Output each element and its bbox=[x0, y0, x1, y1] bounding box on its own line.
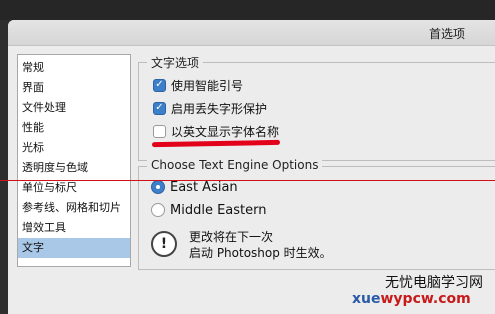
checkbox-english-font-names[interactable]: 以英文显示字体名称 bbox=[153, 122, 279, 140]
text-engine-group: Choose Text Engine Options East Asian Mi… bbox=[138, 158, 495, 270]
sidebar-item-transparency-gamut[interactable]: 透明度与色域 bbox=[18, 158, 130, 178]
text-engine-title: Choose Text Engine Options bbox=[147, 158, 323, 172]
radio-label: East Asian bbox=[170, 179, 238, 195]
checkbox-label: 以英文显示字体名称 bbox=[171, 124, 280, 139]
sidebar-item-file-handling[interactable]: 文件处理 bbox=[18, 98, 130, 118]
radio-unselected-icon[interactable] bbox=[151, 203, 165, 217]
watermark-line-1: 无忧电脑学习网 bbox=[385, 275, 483, 291]
sidebar-item-interface[interactable]: 界面 bbox=[18, 78, 130, 98]
title-bar: 首选项 bbox=[8, 20, 495, 46]
sidebar-item-performance[interactable]: 性能 bbox=[18, 118, 130, 138]
notice-text: 更改将在下一次 启动 Photoshop 时生效。 bbox=[189, 229, 332, 261]
checkbox-missing-glyph-protection[interactable]: ✓ 启用丢失字形保护 bbox=[153, 99, 267, 117]
checkbox-unchecked-icon[interactable] bbox=[153, 124, 166, 138]
text-options-group: 文字选项 ✓ 使用智能引号 ✓ 启用丢失字形保护 以英文显示字体名称 bbox=[138, 54, 495, 161]
watermark-line-2: xuewypcw.com bbox=[352, 291, 471, 307]
exclamation-icon: ! bbox=[151, 231, 177, 257]
window-title: 首选项 bbox=[428, 27, 465, 41]
sidebar-item-type[interactable]: 文字 bbox=[18, 238, 130, 258]
checkbox-checked-icon[interactable]: ✓ bbox=[153, 78, 166, 92]
sidebar-item-plugins[interactable]: 增效工具 bbox=[18, 218, 130, 238]
background-strip-left bbox=[0, 20, 8, 314]
text-options-title: 文字选项 bbox=[147, 54, 204, 71]
sidebar-item-cursors[interactable]: 光标 bbox=[18, 138, 130, 158]
checkbox-checked-icon[interactable]: ✓ bbox=[153, 101, 166, 115]
restart-notice: ! 更改将在下一次 启动 Photoshop 时生效。 bbox=[151, 229, 332, 261]
radio-label: Middle Eastern bbox=[170, 202, 267, 218]
preferences-dialog: 首选项 常规 界面 文件处理 性能 光标 透明度与色域 单位与标尺 参考线、网格… bbox=[8, 20, 495, 314]
red-highlight-underline bbox=[151, 139, 281, 148]
checkbox-label: 启用丢失字形保护 bbox=[171, 101, 268, 116]
red-annotation-line bbox=[0, 180, 495, 181]
sidebar-item-guides-grid-slices[interactable]: 参考线、网格和切片 bbox=[18, 198, 130, 218]
radio-middle-eastern[interactable]: Middle Eastern bbox=[151, 200, 266, 220]
sidebar-item-general[interactable]: 常规 bbox=[18, 58, 130, 78]
watermark-blue-text: xue bbox=[352, 291, 381, 307]
preferences-sidebar: 常规 界面 文件处理 性能 光标 透明度与色域 单位与标尺 参考线、网格和切片 … bbox=[17, 54, 131, 267]
watermark-red-text: wypcw.com bbox=[380, 291, 471, 307]
checkbox-smart-quotes[interactable]: ✓ 使用智能引号 bbox=[153, 76, 243, 94]
radio-selected-icon[interactable] bbox=[151, 180, 165, 194]
notice-line-2: 启动 Photoshop 时生效。 bbox=[189, 246, 332, 260]
background-strip-top bbox=[0, 0, 495, 20]
sidebar-item-units-rulers[interactable]: 单位与标尺 bbox=[18, 178, 130, 198]
checkbox-label: 使用智能引号 bbox=[171, 78, 244, 93]
notice-line-1: 更改将在下一次 bbox=[189, 230, 274, 244]
